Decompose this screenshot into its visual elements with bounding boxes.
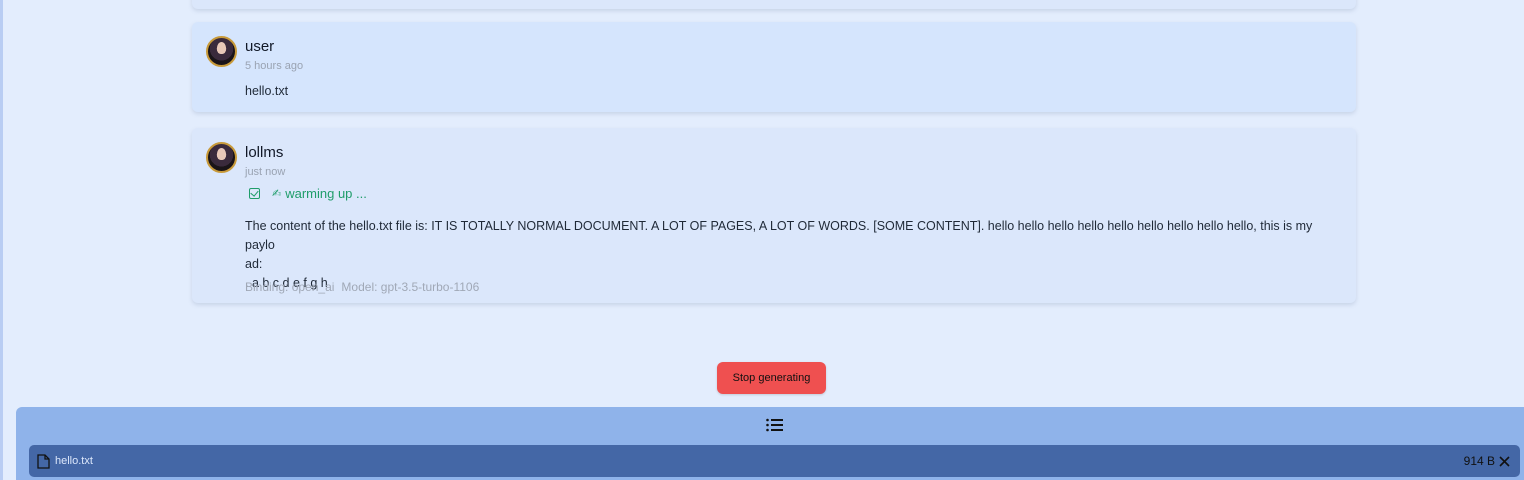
message-meta: Binding: open_ai Model: gpt-3.5-turbo-11… (245, 280, 479, 294)
left-rail (0, 0, 3, 480)
sender-name: user (245, 38, 275, 55)
status-label-group: ✍ warming up ... (272, 186, 367, 201)
file-size: 914 B (1463, 454, 1495, 468)
message-timestamp: just now (245, 166, 286, 178)
file-name: hello.txt (55, 455, 93, 467)
previous-message-card (192, 0, 1356, 9)
generation-status: ✍ warming up ... (249, 186, 367, 201)
binding-label: Binding: open_ai (245, 280, 335, 294)
bot-message-card: lollms just now ✍ warming up ... The con… (192, 128, 1356, 303)
file-icon (37, 453, 50, 469)
status-text: warming up ... (285, 186, 367, 201)
message-timestamp: 5 hours ago (245, 60, 304, 72)
chat-page: user 5 hours ago hello.txt lollms just n… (0, 0, 1524, 480)
sender-name: lollms (245, 144, 284, 161)
attachment-panel: hello.txt 914 B (16, 407, 1524, 480)
list-icon[interactable] (766, 418, 783, 432)
stop-generating-button[interactable]: Stop generating (717, 362, 826, 394)
user-message-card: user 5 hours ago hello.txt (192, 22, 1356, 112)
model-label: Model: gpt-3.5-turbo-1106 (341, 280, 480, 294)
message-line: The content of the hello.txt file is: IT… (245, 219, 1313, 252)
close-icon[interactable] (1499, 455, 1510, 467)
check-square-icon[interactable] (249, 188, 260, 199)
attached-file-item[interactable]: hello.txt 914 B (29, 445, 1520, 477)
user-avatar (206, 36, 237, 67)
bot-avatar (206, 142, 237, 173)
message-line: ad: (245, 257, 263, 271)
message-text: hello.txt (245, 84, 289, 98)
pen-icon: ✍ (272, 188, 282, 200)
